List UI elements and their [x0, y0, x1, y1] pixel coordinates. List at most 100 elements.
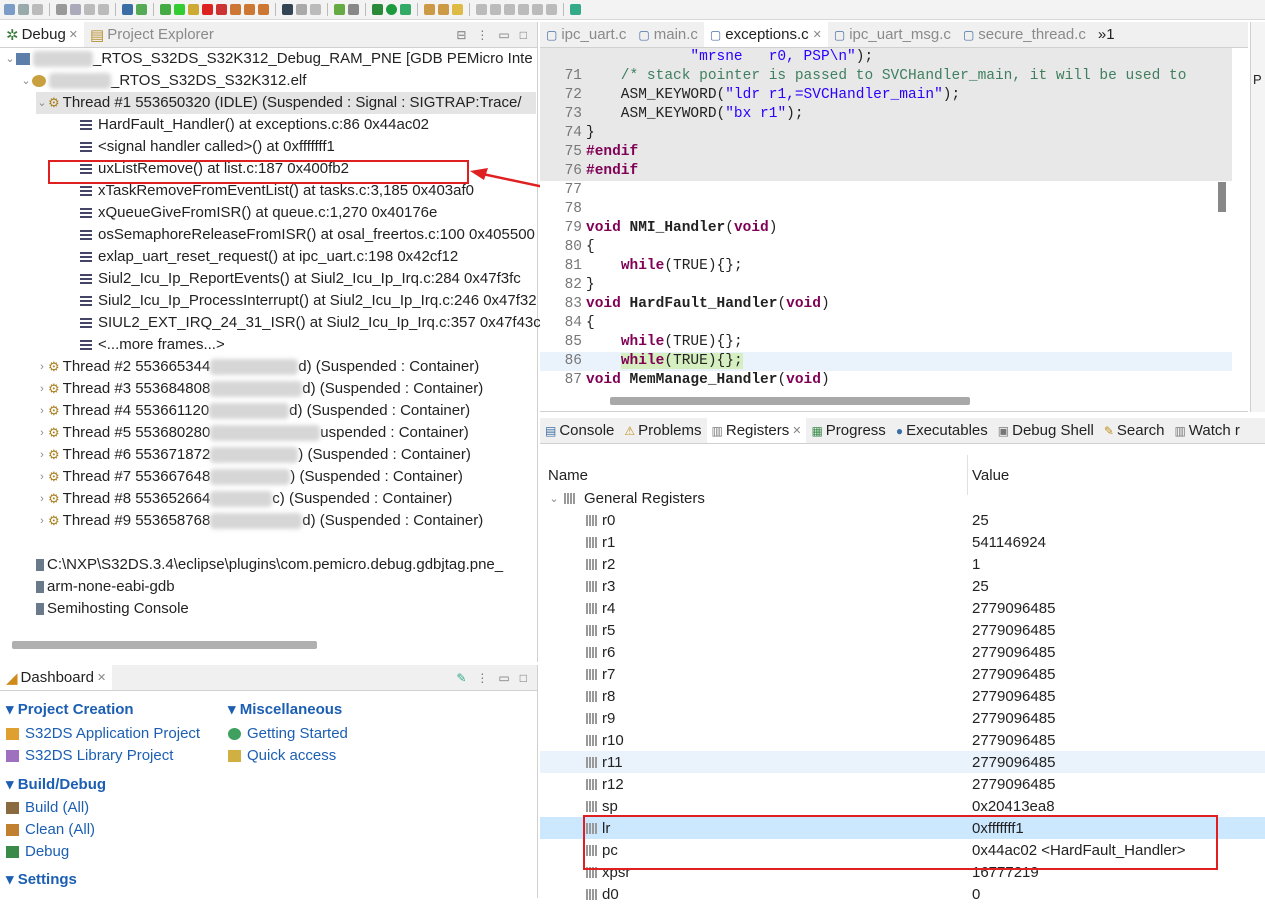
code-line[interactable]: 78: [540, 200, 1232, 219]
panel-tab[interactable]: ▥ Registers ✕: [706, 418, 807, 443]
terminate-icon[interactable]: [202, 4, 213, 15]
build-link[interactable]: Build (All): [6, 799, 89, 816]
run-icon[interactable]: [386, 4, 397, 15]
editor-tab[interactable]: ▢ ipc_uart.c: [540, 22, 632, 47]
expand-arrow-icon[interactable]: ›: [36, 444, 48, 466]
thread-item[interactable]: › ⚙ Thread #6 553671872 ) (Suspended : Con…: [36, 444, 471, 466]
undo-icon[interactable]: [84, 4, 95, 15]
window-icon[interactable]: [122, 4, 133, 15]
collapse-arrow-icon[interactable]: ⌄: [548, 492, 560, 505]
build-icon[interactable]: [424, 4, 435, 15]
register-row[interactable]: r6 2779096485: [540, 641, 1265, 663]
register-row[interactable]: r2 1: [540, 553, 1265, 575]
code-line[interactable]: 83 void HardFault_Handler(void): [540, 295, 1232, 314]
process-item[interactable]: Semihosting Console: [36, 598, 189, 620]
register-row[interactable]: r1 541146924: [540, 531, 1265, 553]
panel-tab[interactable]: ▥ Watch r: [1169, 418, 1244, 443]
pin-icon[interactable]: [136, 4, 147, 15]
close-icon[interactable]: ✕: [69, 28, 78, 41]
editor-tab-overflow[interactable]: »1: [1092, 22, 1121, 47]
stack-frame-item[interactable]: <signal handler called>() at 0xfffffff1: [80, 136, 335, 158]
wand-icon[interactable]: [452, 4, 463, 15]
debug-launch-icon[interactable]: [372, 4, 383, 15]
code-area[interactable]: "mrsne r0, PSP\n"); 71 /* stack pointer i…: [540, 48, 1232, 390]
register-row[interactable]: r11 2779096485: [540, 751, 1265, 773]
register-row[interactable]: r3 25: [540, 575, 1265, 597]
next-annotation-icon[interactable]: [504, 4, 515, 15]
register-row[interactable]: r10 2779096485: [540, 729, 1265, 751]
annotation-icon[interactable]: [476, 4, 487, 15]
forward-icon[interactable]: [546, 4, 557, 15]
panel-tab[interactable]: ● Executables: [891, 418, 993, 443]
back-icon[interactable]: [532, 4, 543, 15]
lib-project-link[interactable]: S32DS Library Project: [6, 747, 173, 764]
code-line[interactable]: 81 while(TRUE){};: [540, 257, 1232, 276]
expand-arrow-icon[interactable]: ›: [36, 378, 48, 400]
vertical-scrollbar[interactable]: [1218, 182, 1226, 212]
tab-debug[interactable]: ✲ Debug ✕: [0, 22, 84, 47]
copy-icon[interactable]: [70, 4, 81, 15]
debug-link[interactable]: Debug: [6, 843, 69, 860]
tab-project-explorer[interactable]: ▤ Project Explorer: [84, 22, 220, 47]
clean-icon[interactable]: [438, 4, 449, 15]
skip-icon[interactable]: [160, 4, 171, 15]
stack-frame-item[interactable]: HardFault_Handler() at exceptions.c:86 0…: [80, 114, 429, 136]
code-line[interactable]: 72 ASM_KEYWORD("ldr r1,=SVCHandler_main"…: [540, 86, 1232, 105]
save-all-icon[interactable]: [32, 4, 43, 15]
thread-item[interactable]: › ⚙ Thread #5 553680280 uspended : Containe…: [36, 422, 469, 444]
list-icon[interactable]: [296, 4, 307, 15]
register-row[interactable]: r0 25: [540, 509, 1265, 531]
section-header[interactable]: ▾ Miscellaneous: [228, 700, 342, 718]
maximize-icon[interactable]: □: [520, 671, 527, 685]
stack-frame-item[interactable]: xQueueGiveFromISR() at queue.c:1,270 0x4…: [80, 202, 437, 224]
thread-item[interactable]: › ⚙ Thread #9 553658768 d) (Suspended : Co…: [36, 510, 483, 532]
getting-started-link[interactable]: Getting Started: [228, 725, 348, 742]
code-line[interactable]: 86 while(TRUE){};: [540, 352, 1232, 371]
panel-tab[interactable]: ▦ Progress: [806, 418, 890, 443]
clean-link[interactable]: Clean (All): [6, 821, 95, 838]
thread-item-1[interactable]: ⌄ ⚙ Thread #1 553650320 (IDLE) (Suspende…: [36, 92, 536, 114]
collapse-arrow-icon[interactable]: ⌄: [36, 92, 48, 114]
disconnect-icon[interactable]: [216, 4, 227, 15]
refresh-icon[interactable]: ✎: [456, 671, 466, 685]
expand-arrow-icon[interactable]: ›: [36, 422, 48, 444]
new-icon[interactable]: [4, 4, 15, 15]
register-row[interactable]: r4 2779096485: [540, 597, 1265, 619]
horizontal-scrollbar[interactable]: [610, 397, 970, 405]
register-row[interactable]: sp 0x20413ea8: [540, 795, 1265, 817]
thread-item[interactable]: › ⚙ Thread #4 553661120 d) (Suspended : Con…: [36, 400, 470, 422]
thread-item[interactable]: › ⚙ Thread #2 553665344 d) (Suspended : Co…: [36, 356, 479, 378]
menu-icon[interactable]: ⋮: [476, 28, 488, 42]
minimize-icon[interactable]: ▭: [498, 28, 509, 42]
section-header[interactable]: ▾ Settings: [6, 870, 77, 888]
code-line[interactable]: 79 void NMI_Handler(void): [540, 219, 1232, 238]
process-item[interactable]: C:\NXP\S32DS.3.4\eclipse\plugins\com.pem…: [36, 554, 503, 576]
memory-icon[interactable]: [348, 4, 359, 15]
step-into-icon[interactable]: [230, 4, 241, 15]
step-over-icon[interactable]: [244, 4, 255, 15]
suspend-icon[interactable]: [188, 4, 199, 15]
code-line[interactable]: 84{: [540, 314, 1232, 333]
stack-frame-item[interactable]: Siul2_Icu_Ip_ProcessInterrupt() at Siul2…: [80, 290, 537, 312]
editor-tab[interactable]: ▢ ipc_uart_msg.c: [828, 22, 957, 47]
instruction-step-icon[interactable]: [282, 4, 293, 15]
section-header[interactable]: ▾ Build/Debug: [6, 775, 106, 793]
code-line[interactable]: 82}: [540, 276, 1232, 295]
reset-icon[interactable]: [334, 4, 345, 15]
register-row[interactable]: r12 2779096485: [540, 773, 1265, 795]
expand-arrow-icon[interactable]: ›: [36, 356, 48, 378]
maximize-icon[interactable]: □: [520, 28, 527, 42]
step-return-icon[interactable]: [258, 4, 269, 15]
close-icon[interactable]: ✕: [97, 671, 106, 684]
expand-arrow-icon[interactable]: ›: [36, 510, 48, 532]
horizontal-scrollbar[interactable]: [12, 641, 317, 649]
register-row[interactable]: r7 2779096485: [540, 663, 1265, 685]
close-icon[interactable]: ✕: [792, 424, 801, 437]
register-row[interactable]: d0 0: [540, 883, 1265, 905]
code-line[interactable]: 73 ASM_KEYWORD("bx r1");: [540, 105, 1232, 124]
register-row[interactable]: r9 2779096485: [540, 707, 1265, 729]
code-line[interactable]: "mrsne r0, PSP\n");: [540, 48, 1232, 67]
expand-arrow-icon[interactable]: ›: [36, 488, 48, 510]
thread-item[interactable]: › ⚙ Thread #8 553652664 c) (Suspended : Con…: [36, 488, 452, 510]
stack-frame-item[interactable]: SIUL2_EXT_IRQ_24_31_ISR() at Siul2_Icu_I…: [80, 312, 541, 334]
